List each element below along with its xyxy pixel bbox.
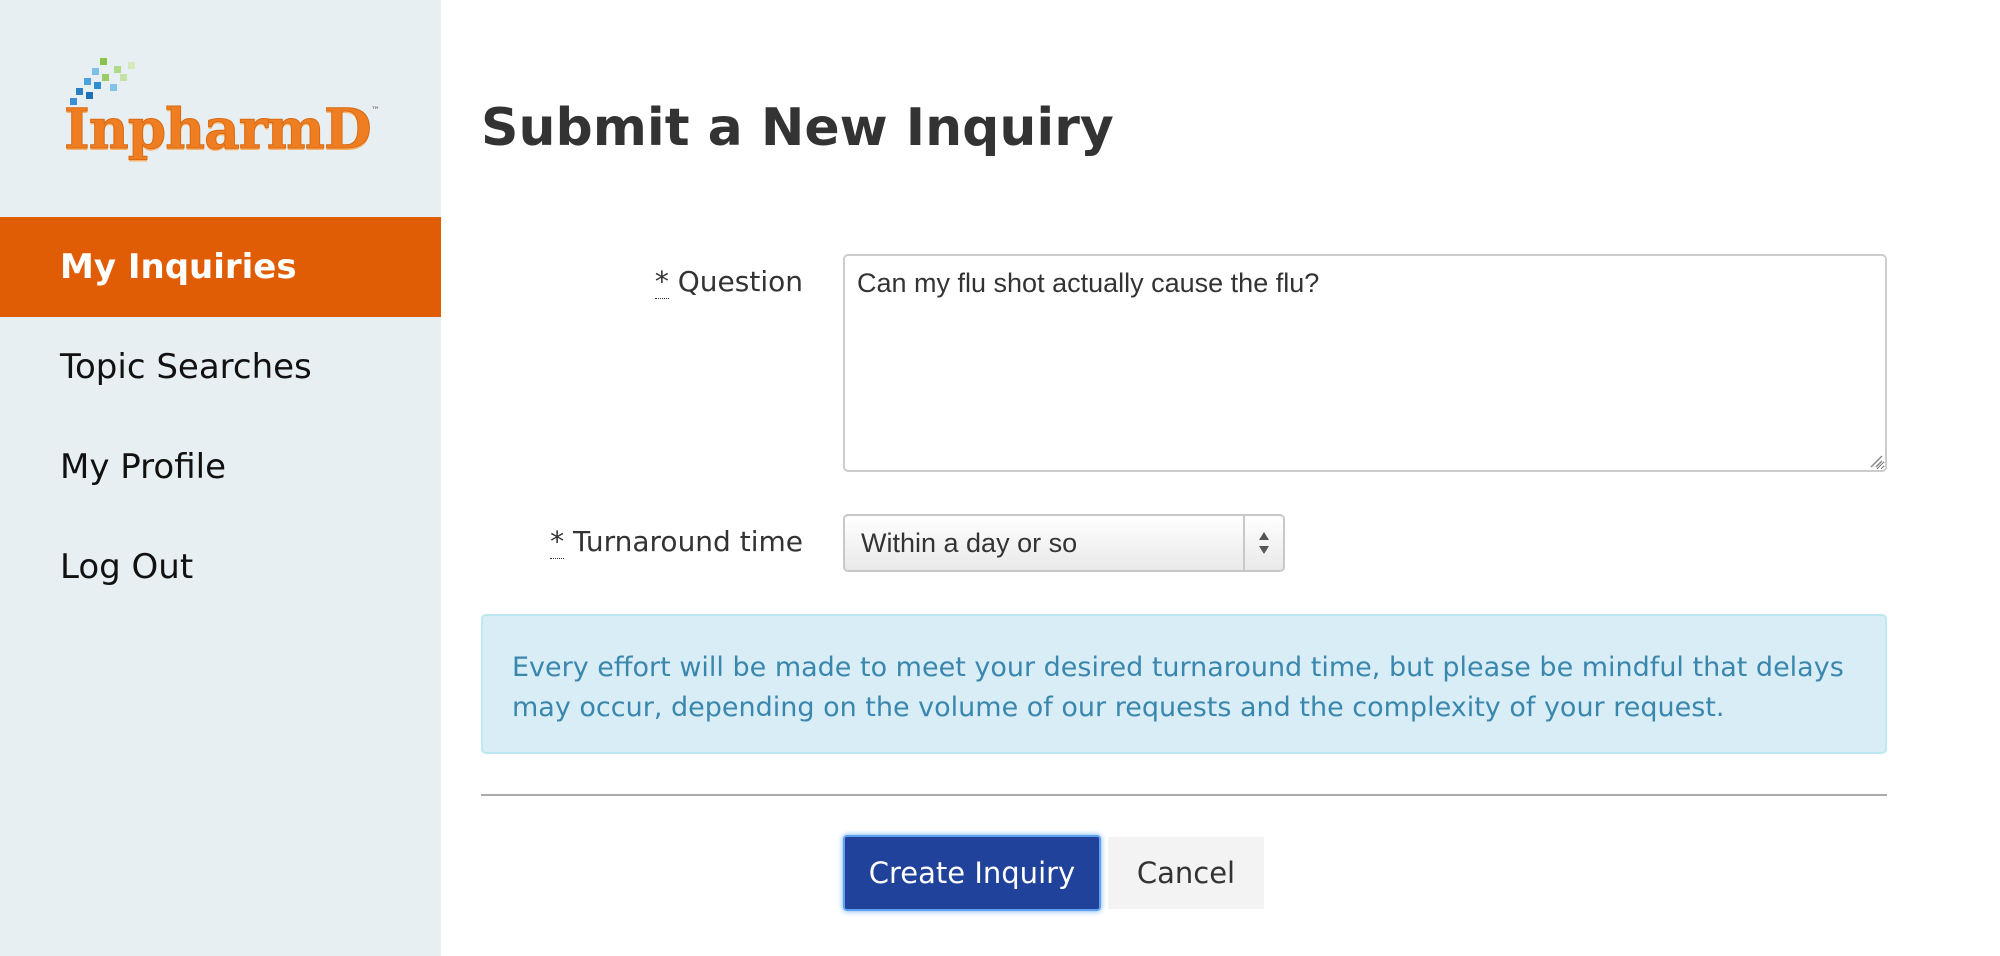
turnaround-selected-value: Within a day or so [861, 528, 1078, 558]
question-label: * Question [481, 265, 803, 299]
sidebar: InpharmD ™ My Inquiries Topic Searches M… [0, 0, 441, 956]
brand-logo[interactable]: InpharmD ™ [62, 58, 382, 168]
sidebar-item-label: Topic Searches [60, 347, 312, 387]
sidebar-item-my-profile[interactable]: My Profile [0, 417, 441, 517]
form-divider [481, 794, 1887, 796]
turnaround-notice: Every effort will be made to meet your d… [481, 614, 1887, 754]
required-marker: * [550, 525, 565, 559]
question-label-text: Question [677, 265, 803, 298]
create-inquiry-button[interactable]: Create Inquiry [843, 835, 1101, 911]
turnaround-select[interactable]: Within a day or so [843, 514, 1285, 572]
page-title: Submit a New Inquiry [481, 98, 1114, 158]
resize-grip-icon[interactable] [1869, 454, 1883, 468]
sidebar-item-label: My Inquiries [60, 247, 297, 287]
up-down-arrows-icon [1243, 516, 1283, 570]
brand-name: InpharmD [64, 96, 373, 162]
cancel-button[interactable]: Cancel [1108, 837, 1264, 909]
sidebar-item-topic-searches[interactable]: Topic Searches [0, 317, 441, 417]
sidebar-nav: My Inquiries Topic Searches My Profile L… [0, 217, 441, 617]
app-window: InpharmD ™ My Inquiries Topic Searches M… [0, 0, 2000, 956]
required-marker: * [654, 265, 669, 299]
question-textarea[interactable]: Can my flu shot actually cause the flu? [843, 254, 1887, 472]
trademark-mark: ™ [371, 106, 380, 116]
sidebar-item-my-inquiries[interactable]: My Inquiries [0, 217, 441, 317]
turnaround-label: * Turnaround time [481, 525, 803, 559]
sidebar-item-label: My Profile [60, 447, 226, 487]
sidebar-item-label: Log Out [60, 547, 194, 587]
turnaround-label-text: Turnaround time [573, 525, 803, 558]
sidebar-item-log-out[interactable]: Log Out [0, 517, 441, 617]
